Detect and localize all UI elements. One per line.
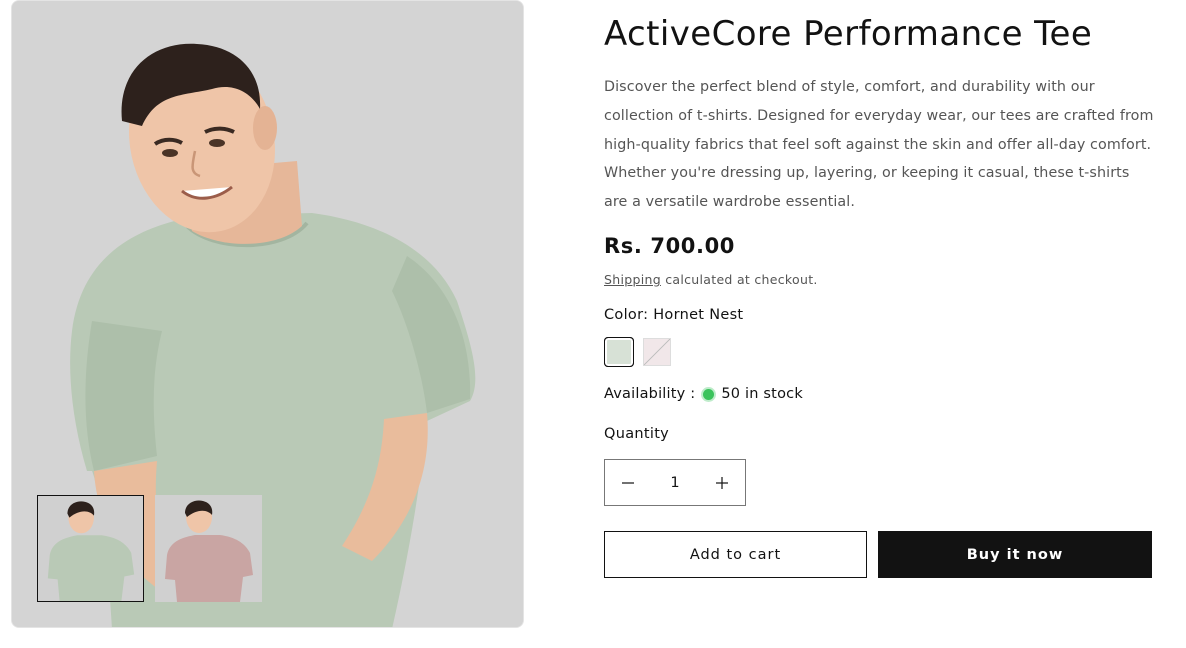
swatch-pink-unavailable[interactable] <box>643 338 671 366</box>
quantity-label: Quantity <box>604 426 670 442</box>
plus-icon <box>716 476 728 489</box>
shipping-link[interactable]: Shipping <box>604 272 661 287</box>
quantity-input[interactable]: 1 <box>655 475 695 491</box>
decrease-quantity-button[interactable] <box>605 460 651 505</box>
product-description: Discover the perfect blend of style, com… <box>604 79 1154 211</box>
color-swatches <box>604 337 671 367</box>
product-media-gallery <box>11 0 524 628</box>
swatch-hornet-nest[interactable] <box>604 337 634 367</box>
pink-thumbnail-image <box>155 495 262 602</box>
unavailable-slash-icon <box>644 339 670 365</box>
thumbnail-pink[interactable] <box>155 495 262 602</box>
buy-now-button[interactable]: Buy it now <box>878 531 1152 578</box>
product-price: Rs. 700.00 <box>604 234 735 258</box>
increase-quantity-button[interactable] <box>699 460 745 505</box>
availability-label: Availability : <box>604 386 696 402</box>
thumbnail-strip <box>37 495 262 602</box>
shipping-note-text: calculated at checkout. <box>660 272 818 287</box>
product-title: ActiveCore Performance Tee <box>604 14 1093 54</box>
selected-color-name: Hornet Nest <box>653 307 744 323</box>
minus-icon <box>622 481 634 484</box>
color-picker-label: Color: Hornet Nest <box>604 307 743 323</box>
color-label: Color: <box>604 307 649 323</box>
shipping-note: Shipping calculated at checkout. <box>604 272 818 287</box>
in-stock-dot-icon <box>703 388 715 400</box>
quantity-stepper: 1 <box>604 459 746 506</box>
availability-row: Availability : 50 in stock <box>604 386 803 402</box>
stock-status: 50 in stock <box>721 386 803 402</box>
thumbnail-sage-green[interactable] <box>37 495 144 602</box>
add-to-cart-button[interactable]: Add to cart <box>604 531 867 578</box>
sage-green-thumbnail-image <box>38 496 143 601</box>
